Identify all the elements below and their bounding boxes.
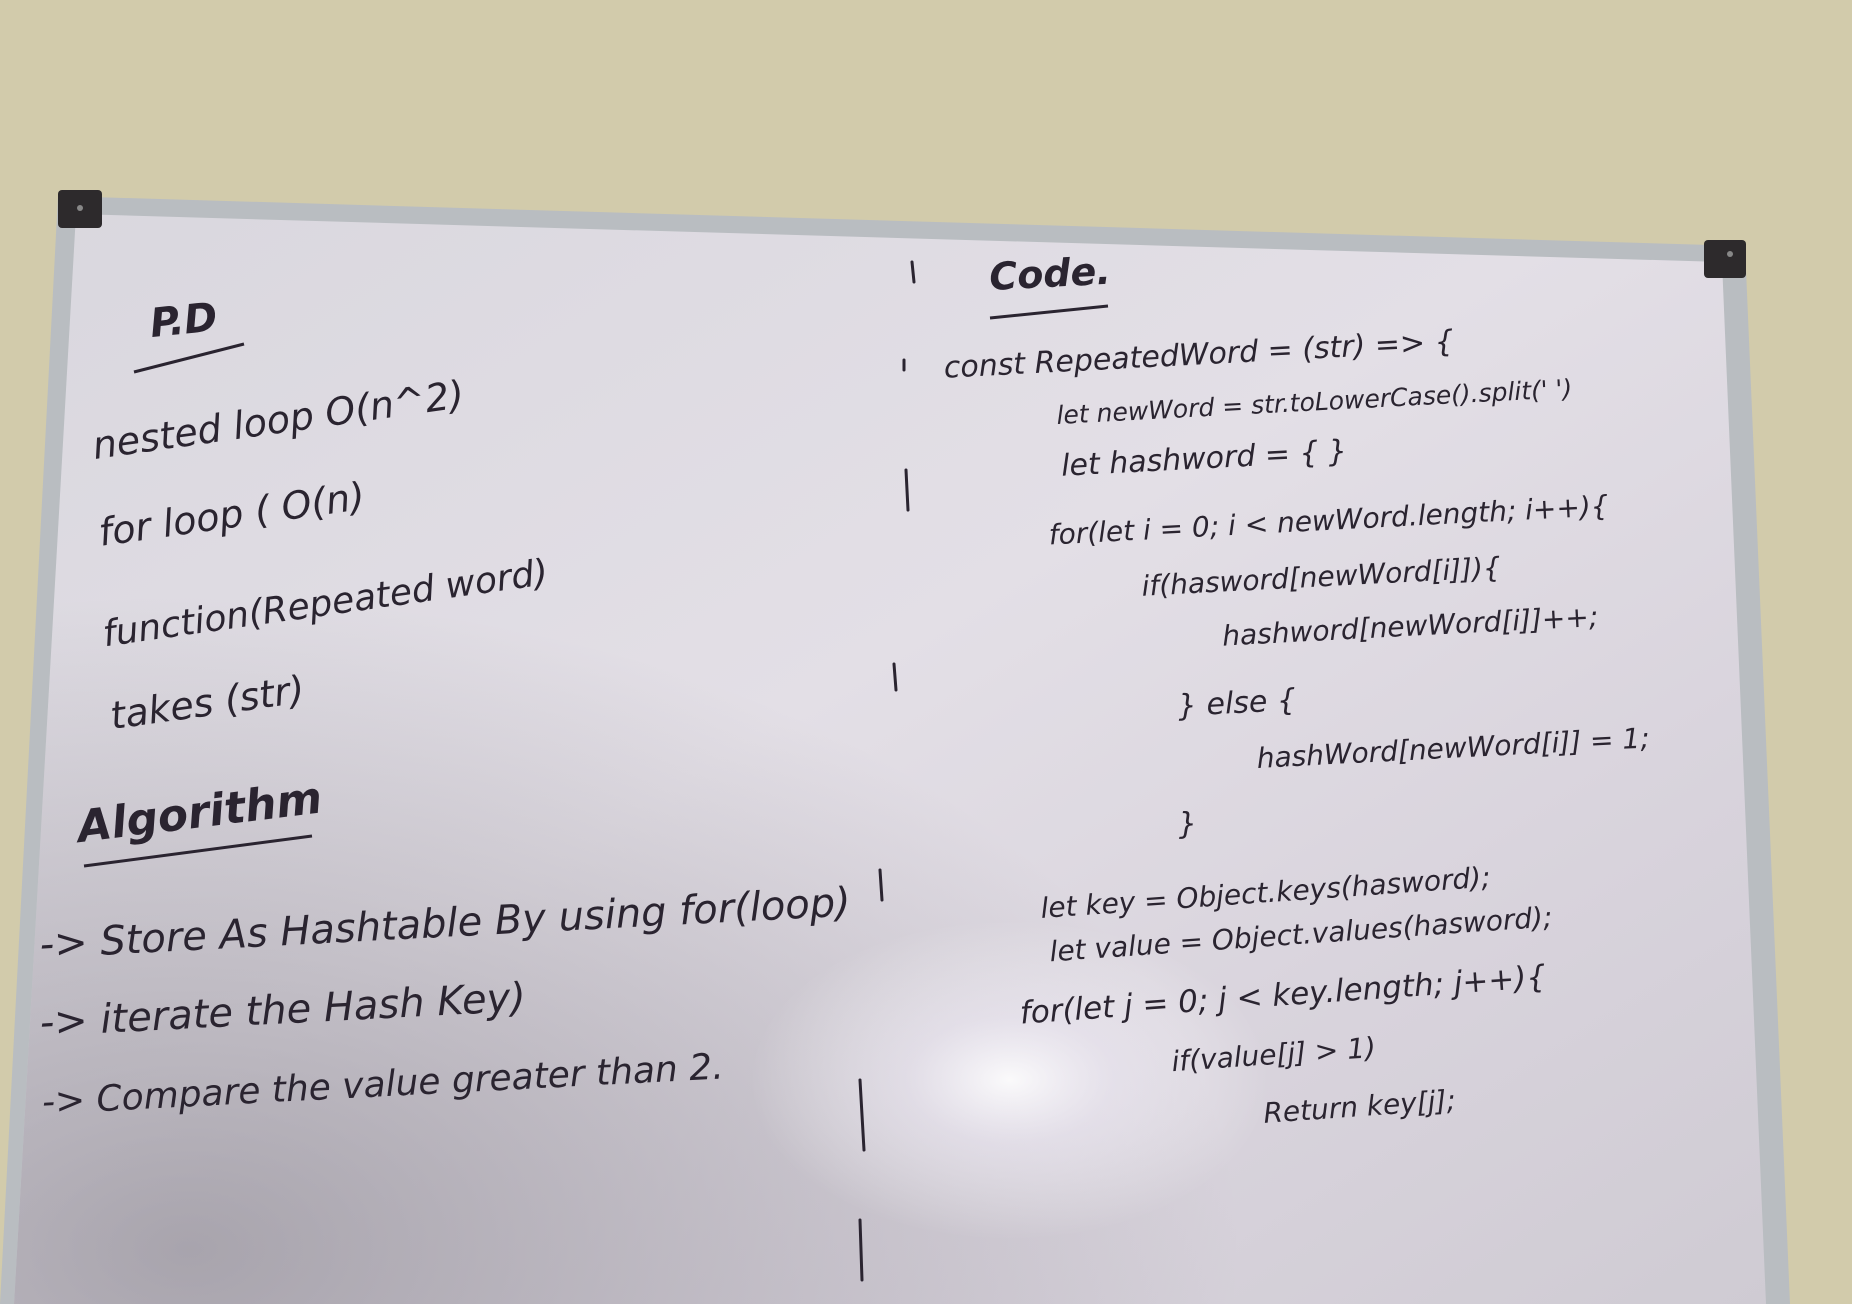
code-line: }	[1177, 806, 1198, 842]
code-line: } else {	[1177, 683, 1297, 724]
light-glare	[750, 920, 1270, 1240]
screw-icon	[1727, 251, 1733, 257]
screw-icon	[77, 205, 83, 211]
code-heading: Code.	[988, 249, 1112, 299]
whiteboard-scene: P.D nested loop O(n^2) for loop ( O(n) f…	[0, 0, 1852, 1304]
corner-cap-right	[1704, 240, 1746, 278]
pd-heading: P.D	[148, 294, 220, 347]
